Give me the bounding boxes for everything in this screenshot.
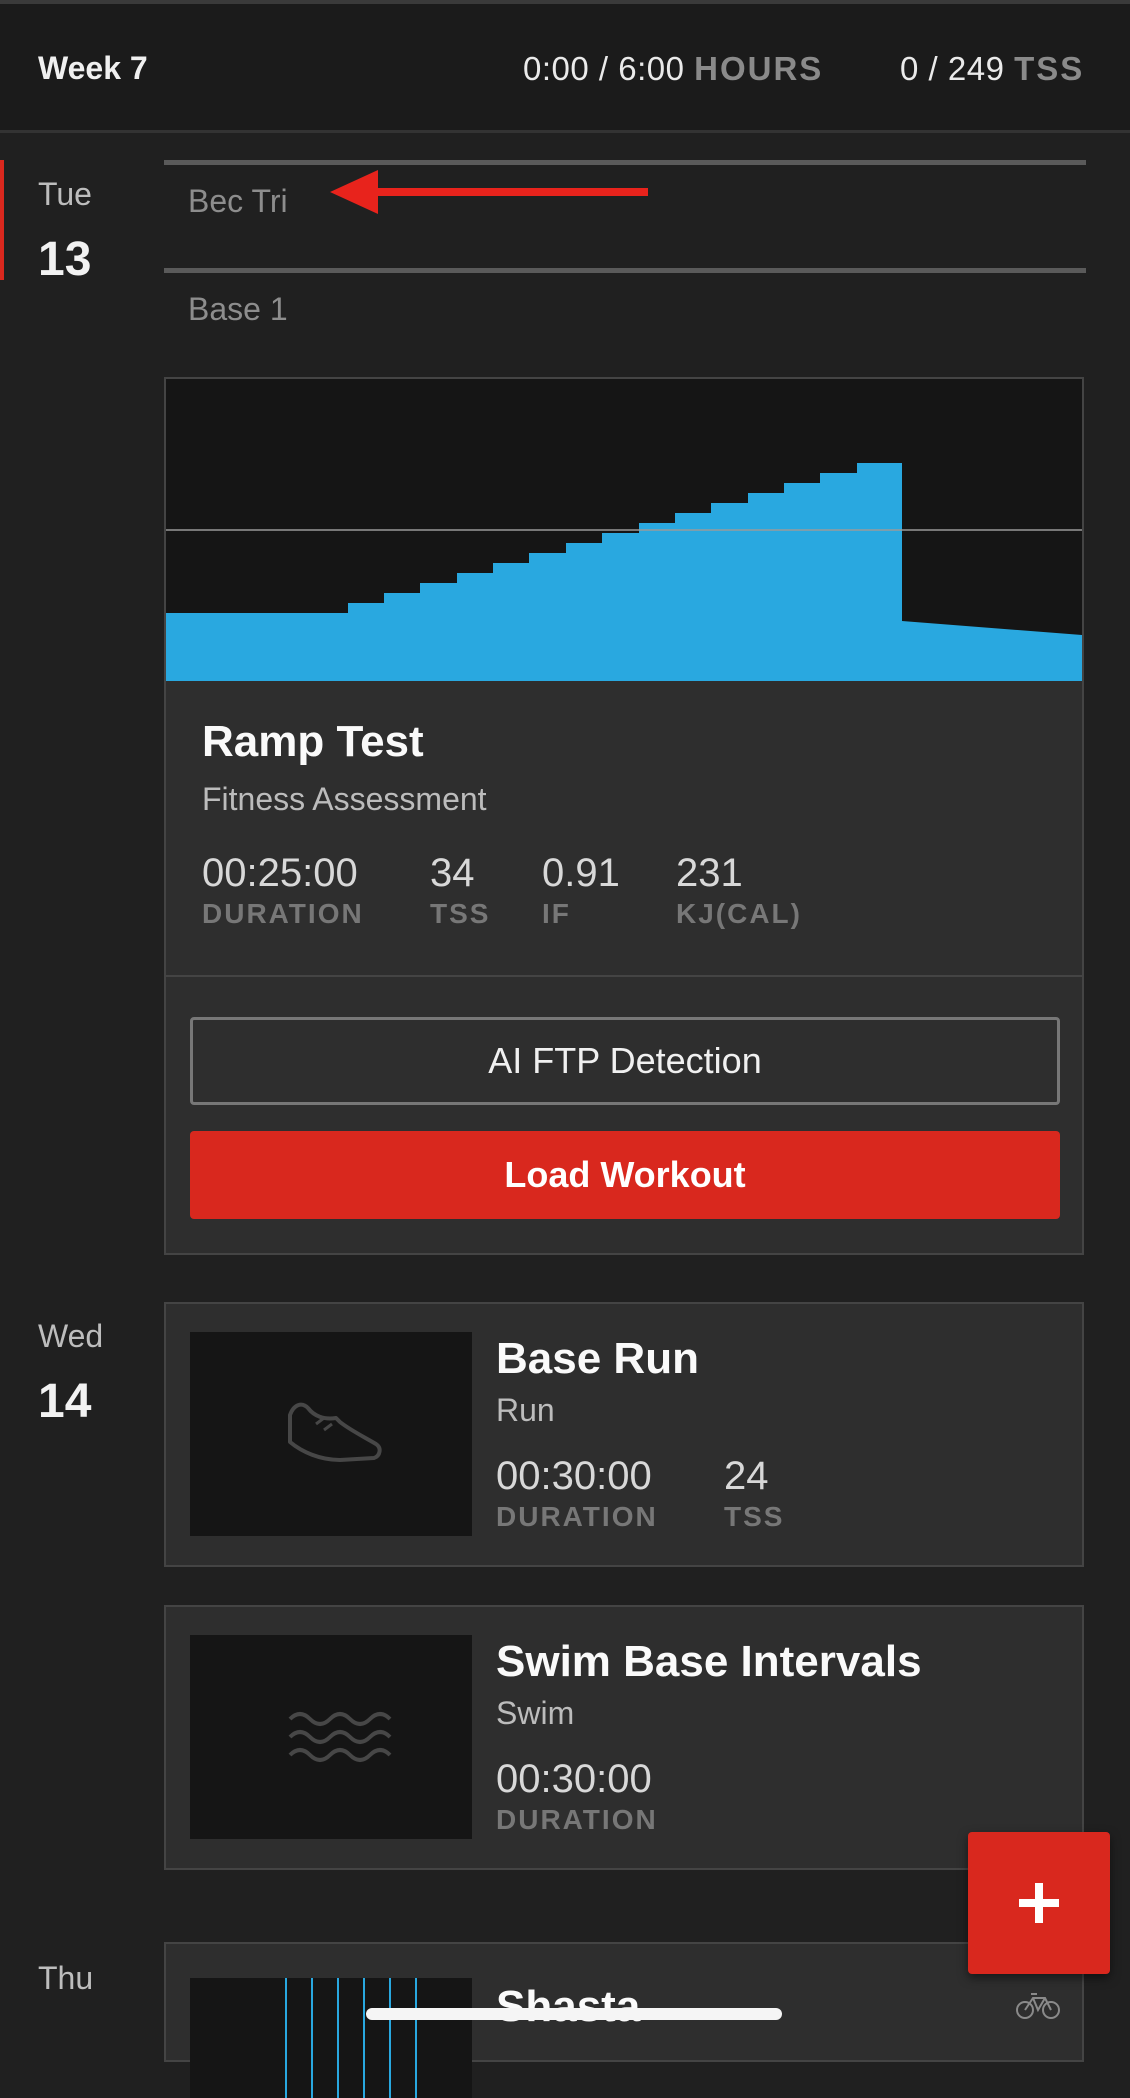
week-label: Week 7	[38, 50, 148, 86]
day-name-thu: Thu	[38, 1960, 94, 1996]
red-arrow-annotation	[330, 170, 648, 214]
stat-duration: 00:30:00 DURATION	[496, 1454, 658, 1533]
today-marker	[0, 160, 4, 280]
day-number-tue: 13	[38, 233, 92, 286]
load-workout-button[interactable]: Load Workout	[190, 1131, 1060, 1219]
workout-card-base-run[interactable]: Base Run Run 00:30:00 DURATION 24 TSS	[164, 1302, 1084, 1567]
interval-graph-icon	[285, 1978, 417, 2098]
ramp-profile-svg	[166, 379, 1082, 681]
stat-label: DURATION	[496, 1804, 658, 1835]
stat-label: DURATION	[202, 898, 364, 929]
stat-value: 00:25:00	[202, 851, 358, 895]
week-tss: 0 / 249 TSS	[900, 50, 1084, 88]
stat-label: DURATION	[496, 1501, 658, 1532]
stat-value: 34	[430, 851, 475, 895]
week-hours: 0:00 / 6:00 HOURS	[523, 50, 823, 88]
workout-title: Shasta	[496, 1982, 641, 2031]
day-name-tue: Tue	[38, 176, 92, 212]
stat-label: TSS	[724, 1501, 785, 1532]
stat-value: 00:30:00	[496, 1454, 652, 1498]
stat-duration: 00:25:00 DURATION	[202, 851, 364, 930]
stat-label: KJ(CAL)	[676, 898, 802, 929]
stat-value: 231	[676, 851, 743, 895]
plan-label: Bec Tri	[188, 183, 288, 219]
workout-subtitle: Swim	[496, 1695, 575, 1731]
workout-title: Base Run	[496, 1334, 699, 1383]
stat-label: TSS	[430, 898, 491, 929]
week-summary-bar: Week 7 0:00 / 6:00 HOURS 0 / 249 TSS	[0, 4, 1130, 133]
plan-row-base-1[interactable]: Base 1	[164, 268, 1086, 373]
waves-icon	[288, 1712, 392, 1762]
day-name-wed: Wed	[38, 1318, 104, 1354]
stat-duration: 00:30:00 DURATION	[496, 1757, 658, 1836]
add-workout-button[interactable]	[968, 1832, 1110, 1974]
stat-value: 24	[724, 1454, 769, 1498]
tss-unit: TSS	[1014, 50, 1085, 87]
workout-profile-graph	[166, 379, 1082, 681]
stat-value: 00:30:00	[496, 1757, 652, 1801]
tss-value: 0 / 249	[900, 50, 1005, 87]
workout-subtitle: Run	[496, 1392, 555, 1428]
workout-card-swim-base-intervals[interactable]: Swim Base Intervals Swim 00:30:00 DURATI…	[164, 1605, 1084, 1870]
ai-ftp-detection-button[interactable]: AI FTP Detection	[190, 1017, 1060, 1105]
stat-kj: 231 KJ(CAL)	[676, 851, 802, 930]
stat-tss: 34 TSS	[430, 851, 490, 930]
hours-unit: HOURS	[694, 50, 824, 87]
stat-if: 0.91 IF	[542, 851, 620, 930]
bike-icon	[1016, 1993, 1060, 2019]
workout-thumbnail	[190, 1332, 472, 1536]
day-number-wed: 14	[38, 1375, 92, 1428]
plus-icon	[1019, 1883, 1059, 1923]
workout-thumbnail	[190, 1978, 472, 2098]
card-divider	[166, 975, 1082, 977]
workout-title: Swim Base Intervals	[496, 1637, 922, 1686]
workout-card-ramp-test[interactable]: Ramp Test Fitness Assessment 00:25:00 DU…	[164, 377, 1084, 1255]
workout-card-shasta[interactable]: Shasta	[164, 1942, 1084, 2098]
workout-subtitle: Fitness Assessment	[202, 781, 487, 817]
workout-thumbnail	[190, 1635, 472, 1839]
plan-label: Base 1	[188, 291, 288, 327]
hours-value: 0:00 / 6:00	[523, 50, 685, 87]
stat-value: 0.91	[542, 851, 620, 895]
stat-tss: 24 TSS	[724, 1454, 784, 1533]
shoe-icon	[288, 1402, 382, 1462]
stat-label: IF	[542, 898, 571, 929]
home-indicator[interactable]	[366, 2008, 782, 2020]
workout-title: Ramp Test	[202, 717, 424, 766]
